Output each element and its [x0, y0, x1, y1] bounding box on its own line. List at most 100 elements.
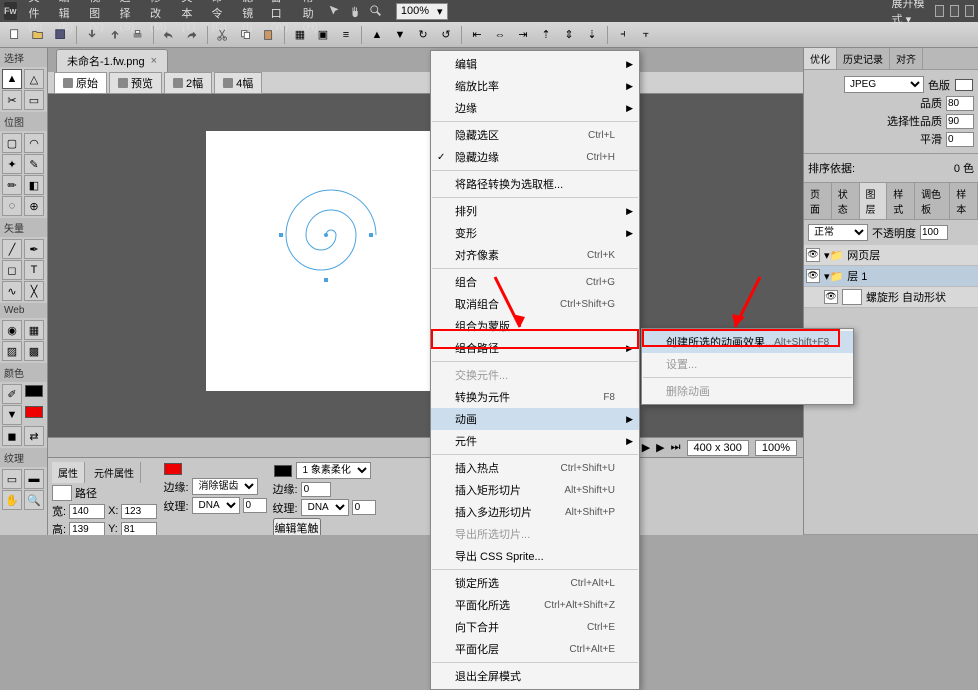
redo-icon[interactable]: [181, 25, 203, 45]
hand-icon[interactable]: [348, 1, 364, 21]
align-top-icon[interactable]: ⇡: [535, 25, 557, 45]
screen-full[interactable]: ▬: [24, 469, 44, 489]
view-preview[interactable]: 预览: [109, 72, 162, 94]
nav-next-icon[interactable]: ▶: [656, 441, 664, 454]
marquee-tool[interactable]: ▢: [2, 133, 22, 153]
canvas-size[interactable]: 400 x 300: [687, 440, 749, 456]
cut-icon[interactable]: [212, 25, 234, 45]
menu-item[interactable]: 动画▶: [431, 408, 639, 430]
zoom-level-select[interactable]: 100%▾: [396, 3, 448, 20]
crop-tool[interactable]: ✂: [2, 90, 22, 110]
menu-item[interactable]: 隐藏选区Ctrl+L: [431, 124, 639, 146]
tab-history[interactable]: 历史记录: [837, 48, 890, 69]
context-menu[interactable]: 编辑▶缩放比率▶边缘▶ 隐藏选区Ctrl+L✓隐藏边缘Ctrl+H 将路径转换为选取…: [430, 50, 640, 690]
print-icon[interactable]: [127, 25, 149, 45]
tab-palette[interactable]: 调色板: [915, 183, 950, 219]
align-center-icon[interactable]: ⇔: [489, 25, 511, 45]
stroke-type[interactable]: 1 象素柔化: [296, 462, 371, 479]
subselect-tool[interactable]: △: [24, 69, 44, 89]
layer-1[interactable]: 👁 ▾📁 层 1: [804, 266, 978, 287]
menu-item[interactable]: 变形▶: [431, 222, 639, 244]
layer-spiral[interactable]: 👁 螺旋形 自动形状: [804, 287, 978, 308]
copy-icon[interactable]: [235, 25, 257, 45]
y-input[interactable]: [121, 522, 157, 536]
menu-item[interactable]: 导出 CSS Sprite...: [431, 545, 639, 567]
menu-item[interactable]: 元件▶: [431, 430, 639, 452]
prop-tab-symbol[interactable]: 元件属性: [88, 462, 141, 483]
width-input[interactable]: [69, 504, 105, 519]
arrange-back-icon[interactable]: ▼: [389, 25, 411, 45]
zoom-tool[interactable]: 🔍: [24, 490, 44, 510]
line-tool[interactable]: ╱: [2, 239, 22, 259]
document-tab[interactable]: 未命名-1.fw.png ×: [56, 49, 168, 72]
bucket-tool[interactable]: ▼: [2, 405, 22, 425]
menu-item[interactable]: 将路径转换为选取框...: [431, 173, 639, 195]
brush-tool[interactable]: ✎: [24, 154, 44, 174]
layer-web[interactable]: 👁 ▾📁 网页层: [804, 245, 978, 266]
window-minimize[interactable]: [935, 5, 944, 17]
menu-item[interactable]: 取消组合Ctrl+Shift+G: [431, 293, 639, 315]
arrange-front-icon[interactable]: ▲: [366, 25, 388, 45]
stroke-edge-input[interactable]: [301, 482, 331, 497]
edit-stroke-button[interactable]: 编辑笔触: [273, 518, 321, 535]
menu-item[interactable]: 编辑▶: [431, 53, 639, 75]
rotate-cw-icon[interactable]: ↻: [412, 25, 434, 45]
menu-item[interactable]: 缩放比率▶: [431, 75, 639, 97]
knife-tool[interactable]: ╳: [24, 281, 44, 301]
stroke-tex-select[interactable]: DNA: [301, 499, 349, 516]
smooth-input[interactable]: [946, 132, 974, 147]
hotspot-tool[interactable]: ◉: [2, 320, 22, 340]
tab-pages[interactable]: 页面: [804, 183, 832, 219]
show-slice-tool[interactable]: ▩: [24, 341, 44, 361]
texture-select[interactable]: DNA: [192, 497, 240, 514]
menu-item[interactable]: 退出全屏模式: [431, 665, 639, 687]
dup-icon[interactable]: ▦: [289, 25, 311, 45]
hide-slice-tool[interactable]: ▨: [2, 341, 22, 361]
menu-item[interactable]: 锁定所选Ctrl+Alt+L: [431, 572, 639, 594]
texture-pct[interactable]: [243, 498, 267, 513]
paste-icon[interactable]: [258, 25, 280, 45]
tab-states[interactable]: 状态: [832, 183, 860, 219]
pen-tool[interactable]: ✒: [24, 239, 44, 259]
menu-item[interactable]: 插入矩形切片Alt+Shift+U: [431, 479, 639, 501]
slice-tool[interactable]: ▦: [24, 320, 44, 340]
visibility-icon[interactable]: 👁: [806, 269, 820, 283]
shape-tool[interactable]: ◻: [2, 260, 22, 280]
eraser-tool[interactable]: ◧: [24, 175, 44, 195]
tab-layers[interactable]: 图层: [860, 183, 888, 219]
group-icon[interactable]: ▣: [312, 25, 334, 45]
stroke-tex-pct[interactable]: [352, 500, 376, 515]
visibility-icon[interactable]: 👁: [824, 290, 838, 304]
export-area-tool[interactable]: ▭: [24, 90, 44, 110]
default-colors[interactable]: ◼: [2, 426, 22, 446]
menu-item[interactable]: 组合路径▶: [431, 337, 639, 359]
eyedropper-tool[interactable]: ✐: [2, 384, 22, 404]
rotate-ccw-icon[interactable]: ↺: [435, 25, 457, 45]
freeform-tool[interactable]: ∿: [2, 281, 22, 301]
menu-item[interactable]: 对齐像素Ctrl+K: [431, 244, 639, 266]
menu-item[interactable]: 插入热点Ctrl+Shift+U: [431, 457, 639, 479]
spiral-shape[interactable]: [256, 165, 396, 305]
menu-item[interactable]: ✓隐藏边缘Ctrl+H: [431, 146, 639, 168]
menu-item[interactable]: 转换为元件F8: [431, 386, 639, 408]
menu-item[interactable]: 边缘▶: [431, 97, 639, 119]
format-select[interactable]: JPEG: [844, 76, 924, 93]
quality-input[interactable]: [946, 96, 974, 111]
undo-icon[interactable]: [158, 25, 180, 45]
opacity-input[interactable]: [920, 225, 948, 240]
save-icon[interactable]: [50, 25, 72, 45]
blur-tool[interactable]: ◌: [2, 196, 22, 216]
canvas[interactable]: [206, 131, 446, 391]
open-icon[interactable]: [27, 25, 49, 45]
menu-item[interactable]: 组合Ctrl+G: [431, 271, 639, 293]
pointer-tool[interactable]: ▲: [2, 69, 22, 89]
export-icon[interactable]: [104, 25, 126, 45]
tab-styles[interactable]: 样式: [887, 183, 915, 219]
screen-normal[interactable]: ▭: [2, 469, 22, 489]
tab-swatches[interactable]: 样本: [950, 183, 978, 219]
menu-item[interactable]: 插入多边形切片Alt+Shift+P: [431, 501, 639, 523]
align-right-icon[interactable]: ⇥: [512, 25, 534, 45]
nav-play-icon[interactable]: ▶: [642, 441, 650, 454]
window-restore[interactable]: [950, 5, 959, 17]
workspace-mode[interactable]: 展开模式 ▾: [892, 0, 929, 27]
